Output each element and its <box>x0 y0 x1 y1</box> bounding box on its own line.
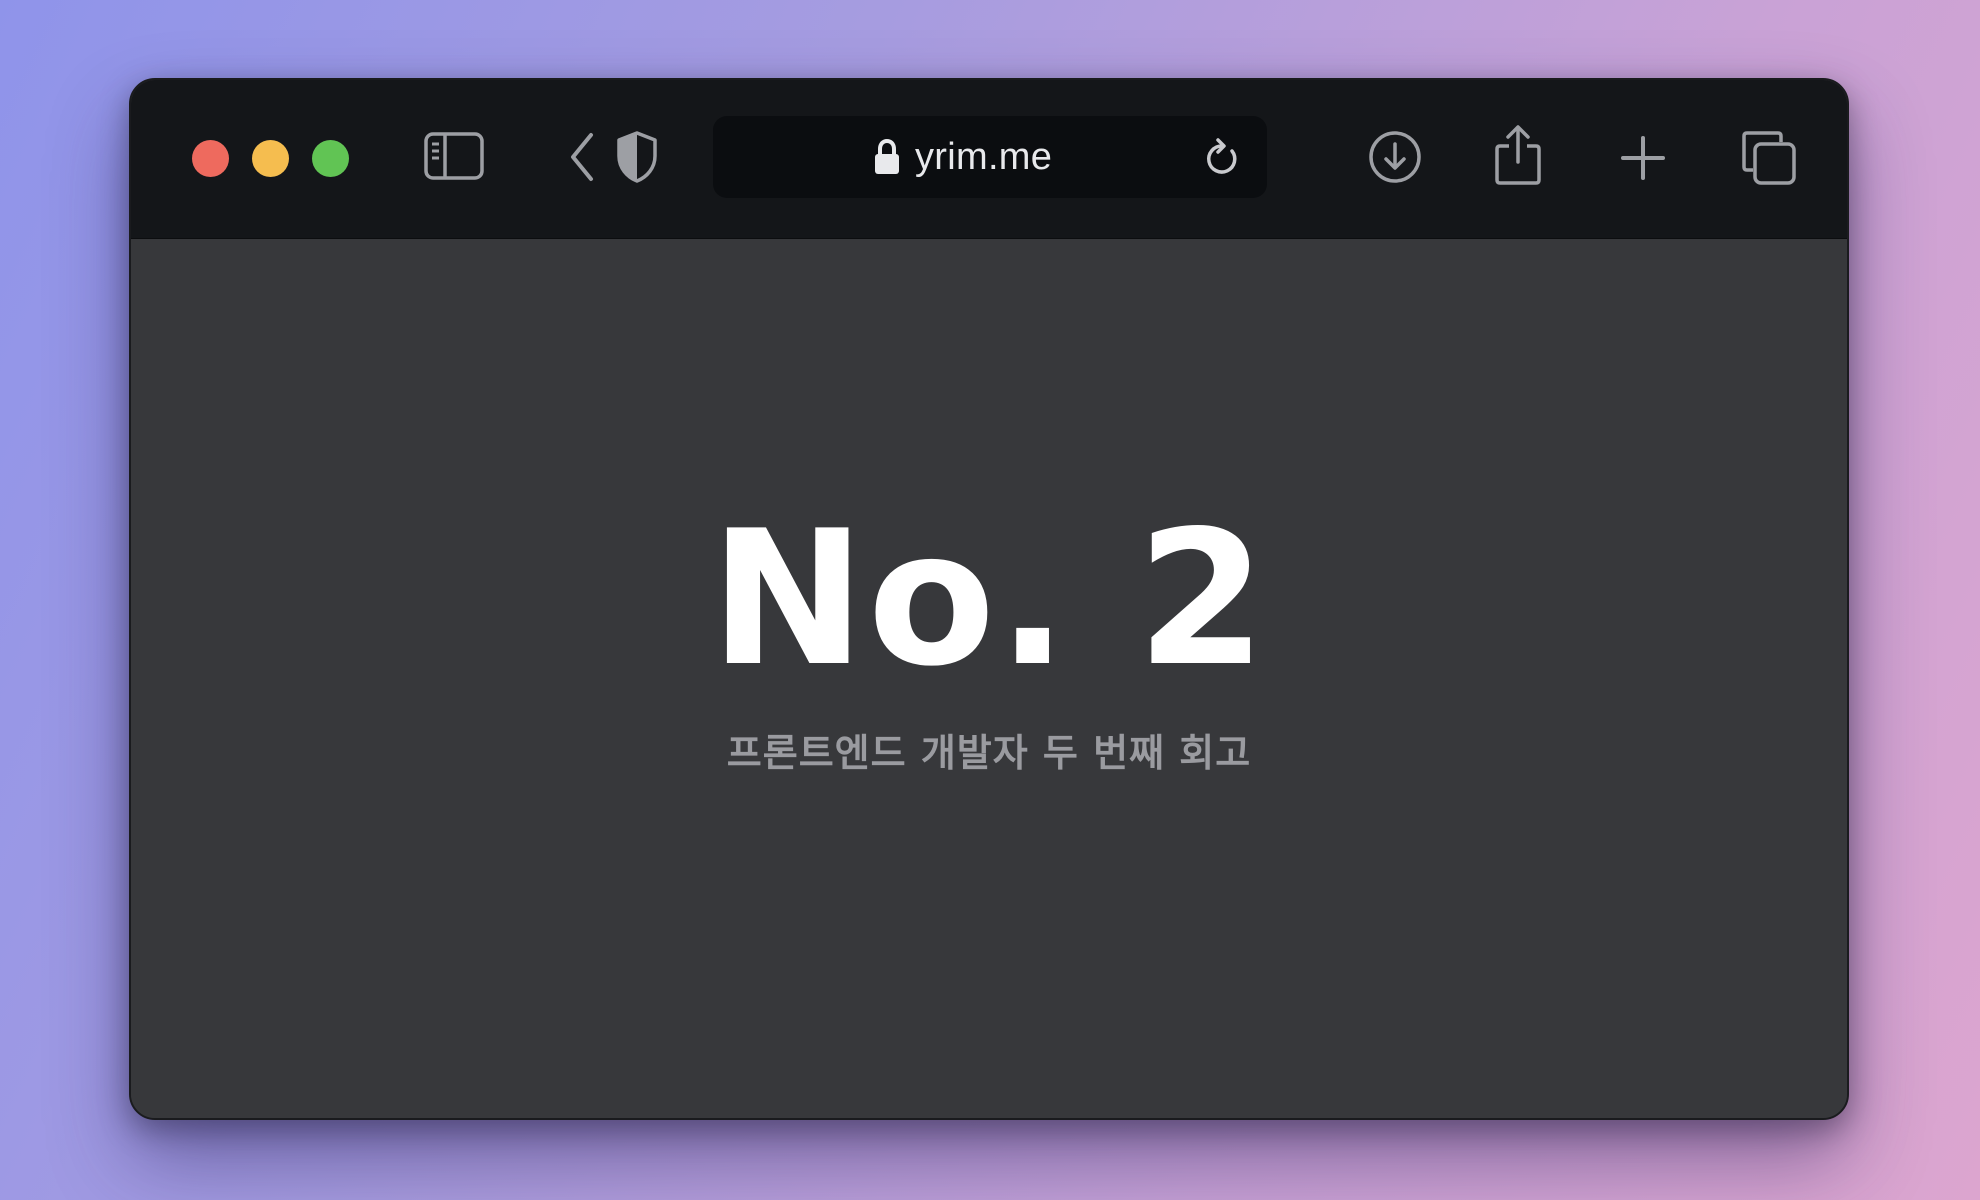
close-window-button[interactable] <box>192 140 229 177</box>
page-subtitle: 프론트엔드 개발자 두 번째 회고 <box>726 731 1252 775</box>
page-title: No. 2 <box>709 490 1269 707</box>
download-icon[interactable] <box>1368 130 1422 184</box>
sidebar-icon[interactable] <box>424 132 484 180</box>
browser-toolbar: yrim.me <box>131 80 1847 239</box>
tab-overview-icon[interactable] <box>1741 130 1797 186</box>
address-bar[interactable]: yrim.me <box>713 116 1267 198</box>
browser-window: yrim.me No. 2 프론트엔드 개발자 두 번째 회고 <box>129 78 1849 1120</box>
lock-icon <box>873 138 901 181</box>
plus-icon[interactable] <box>1621 136 1665 180</box>
maximize-window-button[interactable] <box>312 140 349 177</box>
url-text: yrim.me <box>915 136 1053 178</box>
minimize-window-button[interactable] <box>252 140 289 177</box>
reload-icon[interactable] <box>1203 138 1241 183</box>
chevron-left-icon[interactable] <box>567 132 597 182</box>
share-icon[interactable] <box>1494 124 1542 186</box>
page-content: No. 2 프론트엔드 개발자 두 번째 회고 <box>131 239 1847 1118</box>
shield-icon[interactable] <box>615 130 659 184</box>
